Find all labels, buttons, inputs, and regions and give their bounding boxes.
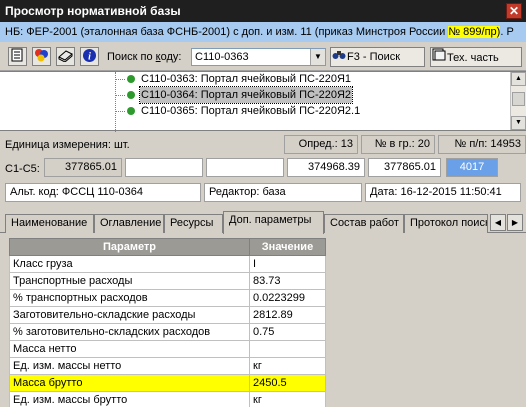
code-tree[interactable]: C110-0363: Портал ячейковый ПС-220Я1 C11… bbox=[0, 71, 526, 132]
search-code-value: C110-0363 bbox=[195, 51, 249, 63]
opred-field: Опред.: 13 bbox=[284, 135, 358, 154]
param-value-cell[interactable]: I bbox=[249, 255, 326, 273]
param-name-cell: Ед. изм. массы нетто bbox=[9, 357, 250, 375]
c1c5-label: C1-C5: bbox=[5, 163, 40, 175]
green-dot-icon bbox=[127, 107, 135, 115]
param-value-cell[interactable]: 0.0223299 bbox=[249, 289, 326, 307]
f3-search-button[interactable]: F3 - Поиск bbox=[330, 47, 425, 67]
param-value-cell[interactable]: 2450.5 bbox=[249, 374, 326, 392]
green-dot-icon bbox=[127, 91, 135, 99]
params-header-row: Параметр Значение bbox=[9, 238, 326, 256]
tree-item[interactable]: C110-0363: Портал ячейковый ПС-220Я1 bbox=[0, 71, 510, 87]
tab-search-log[interactable]: Протокол поиск bbox=[404, 214, 488, 233]
code-number-badge: 4017 bbox=[446, 158, 498, 177]
column-header-param[interactable]: Параметр bbox=[9, 238, 250, 256]
tab-scroll-left-icon[interactable]: ◀ bbox=[490, 214, 506, 231]
c4-field: 374968.39 bbox=[287, 158, 365, 177]
info-icon[interactable]: i bbox=[80, 47, 99, 66]
param-name-cell: Класс груза bbox=[9, 255, 250, 273]
param-name-cell: Заготовительно-складские расходы bbox=[9, 306, 250, 324]
table-row[interactable]: % транспортных расходов 0.0223299 bbox=[9, 289, 326, 307]
tab-extra-params[interactable]: Доп. параметры bbox=[223, 211, 324, 234]
toolbar: i Поиск по коду: C110-0363 ▼ F3 - Поиск … bbox=[0, 42, 526, 71]
nr-pp-field: № п/п: 14953 bbox=[438, 135, 526, 154]
alt-code-field: Альт. код: ФССЦ 110-0364 bbox=[5, 183, 201, 202]
c1-field: 377865.01 bbox=[44, 158, 122, 177]
document-icon[interactable] bbox=[8, 47, 27, 66]
binoculars-icon bbox=[331, 48, 347, 66]
green-dot-icon bbox=[127, 75, 135, 83]
param-value-cell[interactable] bbox=[249, 340, 326, 358]
c5-field: 377865.01 bbox=[368, 158, 441, 177]
search-code-combo[interactable]: C110-0363 ▼ bbox=[191, 48, 326, 66]
column-header-value[interactable]: Значение bbox=[249, 238, 326, 256]
tree-guide bbox=[115, 111, 125, 112]
scroll-down-icon[interactable]: ▼ bbox=[511, 116, 526, 130]
base-order-highlight: № 899/пр) bbox=[448, 26, 501, 38]
param-name-cell: Масса брутто bbox=[9, 374, 250, 392]
palette-icon[interactable] bbox=[32, 47, 51, 66]
base-info-bar: НБ: ФЕР-2001 (эталонная база ФСНБ-2001) … bbox=[0, 22, 526, 42]
param-name-cell: % заготовительно-складских расходов bbox=[9, 323, 250, 341]
tech-book-icon bbox=[431, 48, 447, 67]
alt-row: Альт. код: ФССЦ 110-0364 Редактор: база … bbox=[0, 181, 526, 205]
window-title: Просмотр нормативной базы bbox=[5, 4, 181, 18]
tree-item-label: C110-0364: Портал ячейковый ПС-220Я2 bbox=[138, 86, 354, 104]
close-button[interactable]: ✕ bbox=[506, 3, 522, 19]
tech-part-button[interactable]: Тех. часть bbox=[430, 47, 522, 67]
scroll-up-icon[interactable]: ▲ bbox=[511, 72, 526, 86]
tree-item-label: C110-0365: Портал ячейковый ПС-220Я2.1 bbox=[141, 105, 361, 117]
table-row[interactable]: Ед. изм. массы нетто кг bbox=[9, 357, 326, 375]
param-value-cell[interactable]: 0.75 bbox=[249, 323, 326, 341]
tree-item-label: C110-0363: Портал ячейковый ПС-220Я1 bbox=[141, 73, 352, 85]
tab-contents[interactable]: Оглавление bbox=[94, 214, 164, 233]
param-value-cell[interactable]: кг bbox=[249, 357, 326, 375]
param-name-cell: Масса нетто bbox=[9, 340, 250, 358]
table-row[interactable]: Масса нетто bbox=[9, 340, 326, 358]
table-row[interactable]: Класс груза I bbox=[9, 255, 326, 273]
table-row-highlighted[interactable]: Масса брутто 2450.5 bbox=[9, 374, 326, 392]
date-field: Дата: 16-12-2015 11:50:41 bbox=[365, 183, 521, 202]
c1c5-row: C1-C5: 377865.01 374968.39 377865.01 401… bbox=[0, 156, 526, 180]
param-value-cell[interactable]: 83.73 bbox=[249, 272, 326, 290]
table-row[interactable]: Транспортные расходы 83.73 bbox=[9, 272, 326, 290]
tab-strip: Наименование Оглавление Ресурсы Доп. пар… bbox=[0, 211, 526, 234]
svg-text:i: i bbox=[88, 52, 91, 63]
editor-field: Редактор: база bbox=[204, 183, 362, 202]
table-row[interactable]: Ед. изм. массы брутто кг bbox=[9, 391, 326, 407]
unit-bar: Единица измерения: шт. Опред.: 13 № в гр… bbox=[0, 133, 526, 156]
unit-label: Единица измерения: шт. bbox=[5, 139, 130, 151]
search-by-code-label: Поиск по коду: bbox=[107, 51, 182, 63]
book-icon[interactable] bbox=[56, 47, 75, 66]
tab-resources[interactable]: Ресурсы bbox=[164, 214, 223, 233]
tab-scroll-right-icon[interactable]: ▶ bbox=[507, 214, 523, 231]
scroll-thumb[interactable] bbox=[512, 92, 525, 106]
window-titlebar: Просмотр нормативной базы ✕ bbox=[0, 0, 526, 22]
tree-scrollbar[interactable]: ▲ ▼ bbox=[510, 72, 526, 130]
nr-in-group-field: № в гр.: 20 bbox=[361, 135, 435, 154]
tree-guide bbox=[115, 79, 125, 80]
tab-name[interactable]: Наименование bbox=[5, 214, 94, 233]
tab-work-composition[interactable]: Состав работ bbox=[324, 214, 404, 233]
c3-field bbox=[206, 158, 284, 177]
tree-item-selected[interactable]: C110-0364: Портал ячейковый ПС-220Я2 bbox=[0, 86, 510, 104]
params-table: Параметр Значение Класс груза I Транспорт… bbox=[9, 238, 326, 407]
tree-item[interactable]: C110-0365: Портал ячейковый ПС-220Я2.1 bbox=[0, 103, 510, 119]
param-name-cell: Транспортные расходы bbox=[9, 272, 250, 290]
tree-guide bbox=[115, 95, 125, 96]
c2-field bbox=[125, 158, 203, 177]
base-suffix: . Р bbox=[500, 26, 514, 38]
chevron-down-icon[interactable]: ▼ bbox=[310, 49, 325, 65]
param-name-cell: Ед. изм. массы брутто bbox=[9, 391, 250, 407]
table-row[interactable]: Заготовительно-складские расходы 2812.89 bbox=[9, 306, 326, 324]
table-row[interactable]: % заготовительно-складских расходов 0.75 bbox=[9, 323, 326, 341]
param-value-cell[interactable]: 2812.89 bbox=[249, 306, 326, 324]
param-value-cell[interactable]: кг bbox=[249, 391, 326, 407]
base-text: НБ: ФЕР-2001 (эталонная база ФСНБ-2001) … bbox=[5, 26, 449, 38]
param-name-cell: % транспортных расходов bbox=[9, 289, 250, 307]
